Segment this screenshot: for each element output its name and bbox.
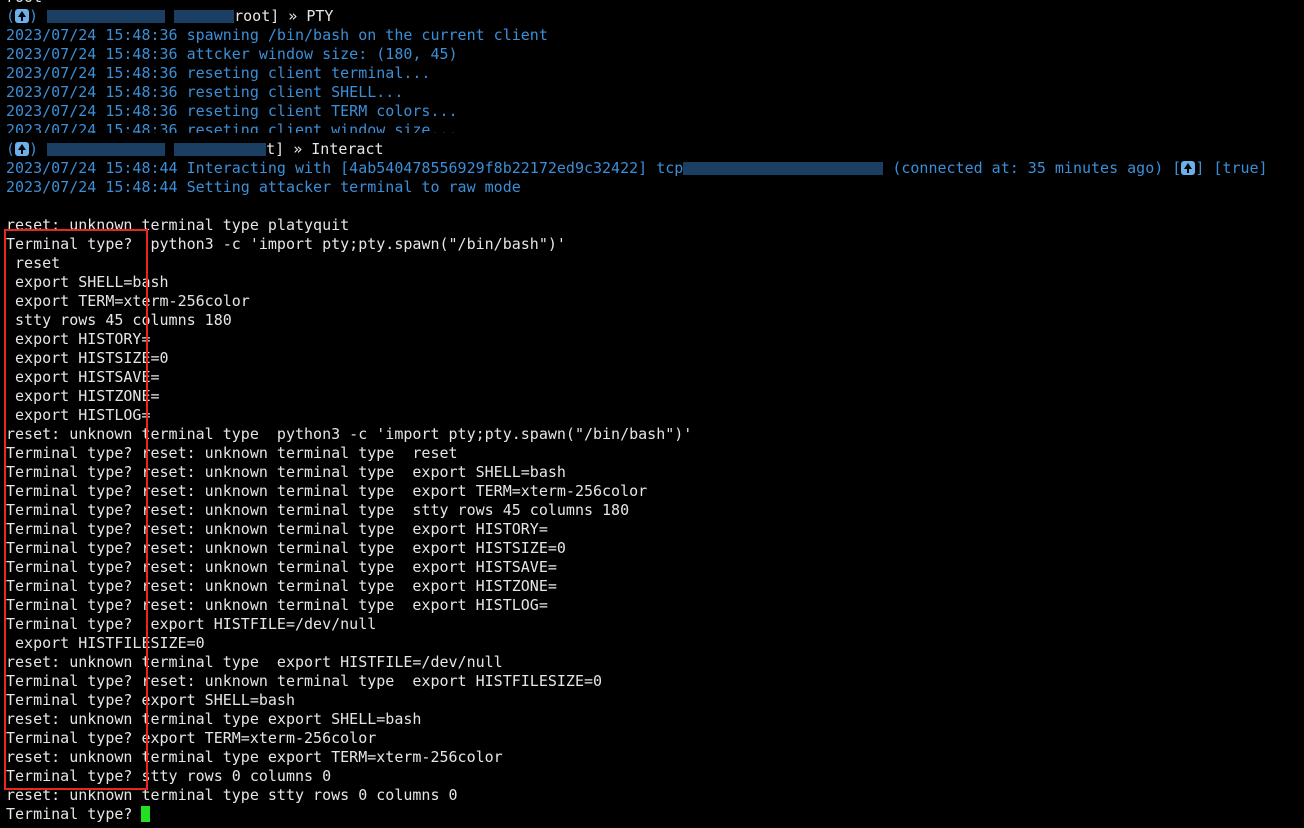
prompt-close-paren: )	[29, 7, 39, 25]
log-line: 2023/07/24 15:48:36 reseting client term…	[6, 64, 431, 82]
redacted-address	[683, 162, 884, 175]
cursor-block	[141, 806, 151, 822]
terminal-output: reset: unknown terminal type platyquit Te…	[6, 197, 1304, 805]
prompt-command: Interact	[311, 140, 384, 158]
output-line: export HISTZONE=	[6, 387, 160, 405]
log-line: 2023/07/24 15:48:36 spawning /bin/bash o…	[6, 26, 548, 44]
output-line: Terminal type? reset: unknown terminal t…	[6, 463, 566, 481]
prompt-arrow: »	[279, 7, 307, 25]
home-icon	[15, 142, 30, 156]
output-line: export TERM=xterm-256color	[6, 292, 250, 310]
output-line: Terminal type? reset: unknown terminal t…	[6, 444, 458, 462]
interact-prefix: 2023/07/24 15:48:44 Interacting with [4a…	[6, 159, 684, 177]
output-line: reset	[6, 254, 61, 272]
prompt-arrow: »	[284, 140, 312, 158]
output-line: stty rows 45 columns 180	[6, 311, 232, 329]
home-icon	[15, 9, 30, 23]
output-line: reset: unknown terminal type stty rows 0…	[6, 786, 458, 804]
prompt-user-suffix: t]	[266, 140, 285, 158]
interact-line: 2023/07/24 15:48:44 Interacting with [4a…	[6, 159, 1304, 178]
prompt-open-paren: (	[6, 7, 16, 25]
log-line-clipped: 2023/07/24 15:48:36 reseting client wind…	[6, 121, 458, 133]
output-line: export HISTSAVE=	[6, 368, 160, 386]
output-line: reset: unknown terminal type export SHEL…	[6, 710, 422, 728]
prompt-command: PTY	[306, 7, 334, 25]
raw-mode-line: 2023/07/24 15:48:44 Setting attacker ter…	[6, 178, 521, 196]
final-prompt-line[interactable]: Terminal type?	[6, 805, 1304, 824]
interact-tail: ] [true]	[1195, 159, 1268, 177]
output-line: export HISTSIZE=0	[6, 349, 169, 367]
output-line: export HISTLOG=	[6, 406, 151, 424]
redacted-user	[174, 143, 267, 156]
output-line: Terminal type? reset: unknown terminal t…	[6, 596, 548, 614]
redacted-user	[174, 10, 235, 23]
log-line: 2023/07/24 15:48:36 reseting client TERM…	[6, 102, 458, 120]
output-line: export HISTFILESIZE=0	[6, 634, 205, 652]
output-line: Terminal type? reset: unknown terminal t…	[6, 558, 557, 576]
log-line: 2023/07/24 15:48:36 attcker window size:…	[6, 45, 458, 63]
output-line: reset: unknown terminal type export HIST…	[6, 653, 503, 671]
final-prompt: Terminal type?	[6, 805, 142, 823]
home-icon	[1181, 161, 1196, 175]
interact-suffix: (connected at: 35 minutes ago) [	[883, 159, 1182, 177]
prompt-line-interact: () t] » Interact	[6, 140, 1304, 159]
output-line: Terminal type? reset: unknown terminal t…	[6, 577, 557, 595]
prompt-line-pty: () root] » PTY	[6, 7, 1304, 26]
output-line: Terminal type? export HISTFILE=/dev/null	[6, 615, 377, 633]
output-line: Terminal type? reset: unknown terminal t…	[6, 539, 566, 557]
log-line: 2023/07/24 15:48:36 reseting client SHEL…	[6, 83, 404, 101]
terminal-window[interactable]: root () root] » PTY 2023/07/24 15:48:36 …	[6, 0, 1304, 824]
output-line: Terminal type? reset: unknown terminal t…	[6, 482, 648, 500]
output-line: reset: unknown terminal type export TERM…	[6, 748, 503, 766]
prompt-open-paren: (	[6, 140, 16, 158]
output-line: Terminal type? python3 -c 'import pty;pt…	[6, 235, 566, 253]
output-line: reset: unknown terminal type platyquit	[6, 216, 350, 234]
output-line: Terminal type? export SHELL=bash	[6, 691, 295, 709]
output-line: Terminal type? export TERM=xterm-256colo…	[6, 729, 377, 747]
output-line: Terminal type? reset: unknown terminal t…	[6, 520, 548, 538]
redacted-host	[47, 143, 166, 156]
top-clipped-line: root	[6, 0, 1304, 7]
redacted-host	[47, 10, 166, 23]
output-line: Terminal type? reset: unknown terminal t…	[6, 501, 630, 519]
output-line: export HISTORY=	[6, 330, 151, 348]
prompt-user-suffix: root]	[234, 7, 280, 25]
output-line: reset: unknown terminal type python3 -c …	[6, 425, 693, 443]
output-line: Terminal type? reset: unknown terminal t…	[6, 672, 603, 690]
output-line: export SHELL=bash	[6, 273, 169, 291]
prompt-close-paren: )	[29, 140, 39, 158]
output-line: Terminal type? stty rows 0 columns 0	[6, 767, 332, 785]
